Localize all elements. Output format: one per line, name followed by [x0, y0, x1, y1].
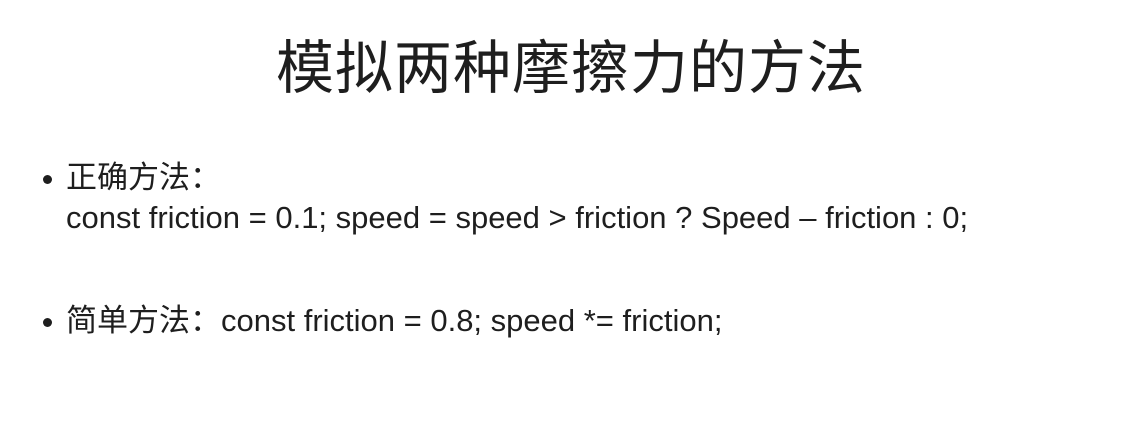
bullet-correct-method: 正确方法： const friction = 0.1; speed = spee… — [40, 158, 1130, 238]
code-line: const friction = 0.1; speed = speed > fr… — [66, 200, 969, 235]
slide-title: 模拟两种摩擦力的方法 — [275, 34, 866, 102]
bullet-heading: 正确方法： — [66, 160, 221, 196]
bullet-dot-icon — [43, 318, 52, 327]
bullet-simple-method: 简单方法：const friction = 0.8; speed *= fric… — [40, 301, 1130, 341]
bullet-heading: 简单方法： — [66, 303, 221, 339]
code-line: const friction = 0.8; speed *= friction; — [221, 303, 723, 338]
bullet-dot-icon — [43, 175, 52, 184]
bullet-list: 正确方法： const friction = 0.1; speed = spee… — [40, 158, 1130, 341]
slide: 模拟两种摩擦力的方法 正确方法： const friction = 0.1; s… — [0, 0, 1142, 444]
